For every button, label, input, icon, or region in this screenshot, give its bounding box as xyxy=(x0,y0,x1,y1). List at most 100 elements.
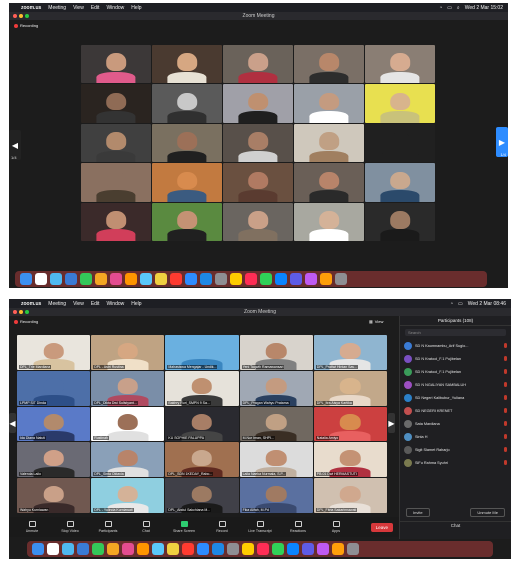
participant-video-tile[interactable]: Fika Alifah, M.Pd xyxy=(239,478,313,513)
dock-app-icon[interactable] xyxy=(245,273,257,285)
invite-button[interactable]: Invite xyxy=(406,508,430,517)
unmute-me-button[interactable]: Unmute Me xyxy=(470,508,505,517)
dock-app-icon[interactable] xyxy=(182,543,194,555)
participant-list-item[interactable]: Sigit Slamet Raharjo xyxy=(404,443,507,456)
menu-window[interactable]: Window xyxy=(106,5,124,11)
dock-app-icon[interactable] xyxy=(32,543,44,555)
dock-app-icon[interactable] xyxy=(200,273,212,285)
participant-video-tile[interactable]: DPL_Trie Mardiana xyxy=(17,335,91,370)
minimize-window-icon[interactable] xyxy=(19,310,23,314)
chat-panel-header[interactable]: Chat xyxy=(400,521,511,529)
participant-video-tile[interactable] xyxy=(223,202,293,241)
dock-app-icon[interactable] xyxy=(305,273,317,285)
participant-video-tile[interactable]: DPL_Abdul Sakchiana M... xyxy=(165,478,239,513)
participant-video-tile[interactable]: DPL_Fitria Sakarinnawati xyxy=(313,478,387,513)
menu-edit[interactable]: Edit xyxy=(91,5,100,11)
muted-mic-icon[interactable] xyxy=(504,369,507,374)
participant-list-item[interactable]: SD N Kratool_F.1 Pujibelan xyxy=(404,365,507,378)
participant-video-tile[interactable] xyxy=(365,45,435,84)
dock-app-icon[interactable] xyxy=(170,273,182,285)
minimize-window-icon[interactable] xyxy=(19,14,23,18)
participant-video-tile[interactable]: Bakhry Ruri_SMPN 9 Sa... xyxy=(165,370,239,406)
zoom-window-icon[interactable] xyxy=(25,310,29,314)
participant-video-tile[interactable] xyxy=(223,45,293,84)
menu-window[interactable]: Window xyxy=(106,301,124,307)
dock-app-icon[interactable] xyxy=(185,273,197,285)
participant-video-tile[interactable] xyxy=(81,45,151,84)
dock-app-icon[interactable] xyxy=(65,273,77,285)
participant-video-tile[interactable]: Laila Naeka Nurmala, S.P... xyxy=(239,442,313,478)
dock-app-icon[interactable] xyxy=(260,273,272,285)
dock-app-icon[interactable] xyxy=(317,543,329,555)
participant-video-tile[interactable]: Wahyu Kurniawan xyxy=(17,478,91,513)
participant-list-item[interactable]: Sinta H xyxy=(404,430,507,443)
menu-view[interactable]: View xyxy=(73,5,84,11)
leave-meeting-button[interactable]: Leave xyxy=(370,522,393,532)
menu-meeting[interactable]: Meeting xyxy=(48,301,66,307)
dock-app-icon[interactable] xyxy=(92,543,104,555)
dock-app-icon[interactable] xyxy=(197,543,209,555)
participant-video-tile[interactable]: M.Nur Iman, SHPI... xyxy=(239,406,313,442)
dock-app-icon[interactable] xyxy=(20,273,32,285)
participant-video-tile[interactable] xyxy=(365,163,435,202)
reactions-button[interactable]: Reactions xyxy=(281,521,315,533)
dock-app-icon[interactable] xyxy=(302,543,314,555)
wifi-icon[interactable]: ◔ xyxy=(439,5,442,11)
battery-icon[interactable]: ▭ xyxy=(447,5,452,11)
battery-icon[interactable]: ▭ xyxy=(458,301,463,307)
dock-app-icon[interactable] xyxy=(212,543,224,555)
participant-video-tile[interactable]: Rustinah xyxy=(91,406,165,442)
participant-video-tile[interactable] xyxy=(294,202,364,241)
participant-video-tile[interactable] xyxy=(223,123,293,163)
muted-mic-icon[interactable] xyxy=(504,460,507,465)
recording-indicator[interactable]: Recording xyxy=(14,319,38,324)
participant-video-tile[interactable] xyxy=(81,123,151,163)
dock-app-icon[interactable] xyxy=(95,273,107,285)
participant-video-tile[interactable] xyxy=(365,123,435,163)
dock-app-icon[interactable] xyxy=(272,543,284,555)
participants-button[interactable]: Participants xyxy=(91,521,125,533)
participant-video-tile[interactable] xyxy=(365,84,435,123)
dock-app-icon[interactable] xyxy=(257,543,269,555)
dock-app-icon[interactable] xyxy=(275,273,287,285)
dock-app-icon[interactable] xyxy=(242,543,254,555)
dock-app-icon[interactable] xyxy=(137,543,149,555)
participants-search-input[interactable]: Search xyxy=(405,329,506,336)
participant-video-tile[interactable]: Ida Diana Natuti xyxy=(17,406,91,442)
participant-video-tile[interactable] xyxy=(294,45,364,84)
dock-app-icon[interactable] xyxy=(77,543,89,555)
dock-app-icon[interactable] xyxy=(290,273,302,285)
close-window-icon[interactable] xyxy=(13,310,17,314)
muted-mic-icon[interactable] xyxy=(504,343,507,348)
participant-list-item[interactable]: SD NEGERI KRENET xyxy=(404,404,507,417)
menu-meeting[interactable]: Meeting xyxy=(48,5,66,11)
participant-video-tile[interactable] xyxy=(365,202,435,241)
participant-video-tile[interactable] xyxy=(152,45,222,84)
dock-app-icon[interactable] xyxy=(35,273,47,285)
participant-video-tile[interactable]: DPL_SDN 1KEDAY_Rabo... xyxy=(165,442,239,478)
menu-edit[interactable]: Edit xyxy=(91,301,100,307)
participant-video-tile[interactable] xyxy=(152,163,222,202)
participant-video-tile[interactable]: PB.01 Dwi HERMASTUTI xyxy=(313,442,387,478)
dock-app-icon[interactable] xyxy=(47,543,59,555)
menubar-clock[interactable]: Wed 2 Mar 08:46 xyxy=(468,301,506,307)
participant-video-tile[interactable]: DPL_Pratiwi Hintan Sav... xyxy=(313,335,387,370)
dock-app-icon[interactable] xyxy=(320,273,332,285)
search-icon[interactable]: ⌕ xyxy=(457,5,460,11)
participant-video-tile[interactable]: LPMP SIT Dinda xyxy=(17,370,91,406)
muted-mic-icon[interactable] xyxy=(504,434,507,439)
menu-view[interactable]: View xyxy=(73,301,84,307)
dock-app-icon[interactable] xyxy=(80,273,92,285)
chat-button[interactable]: Chat xyxy=(129,521,163,533)
zoom-window-icon[interactable] xyxy=(25,14,29,18)
recording-indicator[interactable]: Recording xyxy=(14,23,38,28)
participant-video-tile[interactable] xyxy=(223,163,293,202)
dock-app-icon[interactable] xyxy=(227,543,239,555)
participant-video-tile[interactable]: DPL_Itra Aisya Kartika xyxy=(313,370,387,406)
participant-video-tile[interactable] xyxy=(81,84,151,123)
dock-app-icon[interactable] xyxy=(110,273,122,285)
participant-video-tile[interactable]: DPL_Dikta Dwi Sulistyant... xyxy=(91,370,165,406)
stop-video-button[interactable]: Stop Video xyxy=(53,521,87,533)
participant-video-tile[interactable]: DPL - Yulinda Kurniawati xyxy=(91,478,165,513)
participant-video-tile[interactable]: Mahasiswa Mengajar - Undik... xyxy=(165,335,239,370)
